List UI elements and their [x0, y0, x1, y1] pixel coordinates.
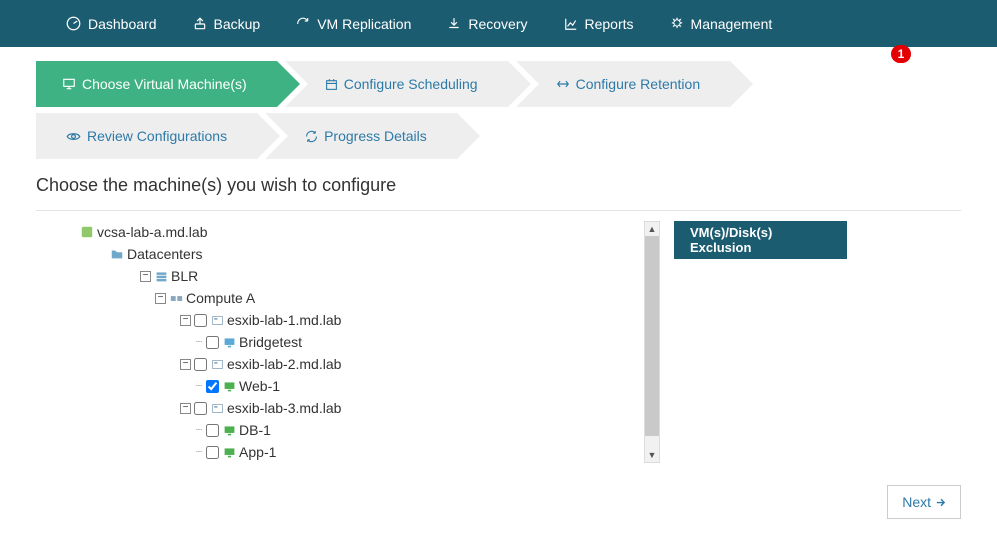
share-icon	[296, 17, 310, 31]
expander-icon[interactable]: −	[180, 359, 191, 370]
vm-icon	[222, 379, 236, 393]
vm-icon	[222, 445, 236, 459]
exclusion-label: VM(s)/Disk(s) Exclusion	[690, 225, 831, 255]
nav-recovery[interactable]: Recovery	[429, 0, 545, 47]
vcenter-icon	[80, 225, 94, 239]
folder-icon	[110, 247, 124, 261]
tree-node-vm[interactable]: ┈ DB-1	[80, 419, 640, 441]
vm-checkbox[interactable]	[206, 380, 219, 393]
wizard-steps: 1 Choose Virtual Machine(s) Configure Sc…	[0, 47, 997, 165]
chart-icon	[564, 17, 578, 31]
step-label: Configure Retention	[576, 76, 701, 92]
monitor-icon	[62, 77, 76, 91]
download-icon	[447, 17, 461, 31]
host-icon	[210, 401, 224, 415]
node-label: Bridgetest	[239, 334, 302, 350]
tree-connector: ┈	[196, 425, 201, 436]
footer: Next	[0, 463, 997, 519]
step-configure-retention[interactable]: Configure Retention	[516, 61, 731, 107]
step-label: Choose Virtual Machine(s)	[82, 76, 247, 92]
step-label: Review Configurations	[87, 128, 227, 144]
tree-node-cluster[interactable]: − Compute A	[80, 287, 640, 309]
tree-connector: ┈	[196, 447, 201, 458]
tree-connector: ┈	[196, 337, 201, 348]
tree-node-host[interactable]: − esxib-lab-2.md.lab	[80, 353, 640, 375]
vm-checkbox[interactable]	[206, 446, 219, 459]
dashboard-icon	[66, 16, 81, 31]
next-button[interactable]: Next	[887, 485, 961, 519]
calendar-icon	[325, 78, 338, 91]
workarea: vcsa-lab-a.md.lab Datacenters − BLR − Co…	[0, 211, 997, 463]
node-label: esxib-lab-1.md.lab	[227, 312, 341, 328]
tree-node-host[interactable]: − esxib-lab-3.md.lab	[80, 397, 640, 419]
tree-node-vm[interactable]: ┈ Web-1	[80, 375, 640, 397]
step-review-configurations[interactable]: Review Configurations	[36, 113, 257, 159]
node-label: esxib-lab-3.md.lab	[227, 400, 341, 416]
tree-node-vm[interactable]: ┈ App-1	[80, 441, 640, 463]
node-label: App-1	[239, 444, 276, 460]
node-label: Datacenters	[127, 246, 202, 262]
step-configure-scheduling[interactable]: Configure Scheduling	[285, 61, 508, 107]
expander-icon[interactable]: −	[180, 315, 191, 326]
nav-reports[interactable]: Reports	[546, 0, 652, 47]
notification-badge[interactable]: 1	[891, 45, 911, 63]
nav-vm-replication[interactable]: VM Replication	[278, 0, 429, 47]
nav-label: Reports	[585, 16, 634, 32]
tree-connector: ┈	[196, 381, 201, 392]
refresh-icon	[305, 130, 318, 143]
top-nav: Dashboard Backup VM Replication Recovery…	[0, 0, 997, 47]
host-icon	[210, 313, 224, 327]
nav-backup[interactable]: Backup	[175, 0, 279, 47]
node-label: DB-1	[239, 422, 271, 438]
tree-node-vm[interactable]: ┈ Bridgetest	[80, 331, 640, 353]
node-label: Compute A	[186, 290, 255, 306]
nav-dashboard[interactable]: Dashboard	[48, 0, 175, 47]
host-checkbox[interactable]	[194, 314, 207, 327]
vm-checkbox[interactable]	[206, 424, 219, 437]
step-label: Progress Details	[324, 128, 427, 144]
step-choose-vms[interactable]: Choose Virtual Machine(s)	[36, 61, 277, 107]
arrow-right-icon	[935, 497, 946, 508]
scroll-up-icon[interactable]: ▲	[645, 222, 659, 236]
tree-node-root[interactable]: vcsa-lab-a.md.lab	[80, 221, 640, 243]
next-label: Next	[902, 494, 931, 510]
vm-icon	[222, 423, 236, 437]
vm-tree[interactable]: vcsa-lab-a.md.lab Datacenters − BLR − Co…	[80, 221, 644, 463]
step-label: Configure Scheduling	[344, 76, 478, 92]
host-checkbox[interactable]	[194, 358, 207, 371]
tree-node-datacenters[interactable]: Datacenters	[80, 243, 640, 265]
node-label: esxib-lab-2.md.lab	[227, 356, 341, 372]
vm-tree-panel: vcsa-lab-a.md.lab Datacenters − BLR − Co…	[80, 221, 660, 463]
expander-icon[interactable]: −	[140, 271, 151, 282]
nav-label: VM Replication	[317, 16, 411, 32]
node-label: BLR	[171, 268, 198, 284]
page-heading: Choose the machine(s) you wish to config…	[0, 165, 997, 202]
tree-scrollbar[interactable]: ▲ ▼	[644, 221, 660, 463]
host-checkbox[interactable]	[194, 402, 207, 415]
backup-icon	[193, 17, 207, 31]
vm-checkbox[interactable]	[206, 336, 219, 349]
recycle-icon	[556, 77, 570, 91]
cluster-icon	[169, 291, 183, 305]
exclusion-panel-header[interactable]: VM(s)/Disk(s) Exclusion	[674, 221, 847, 259]
node-label: vcsa-lab-a.md.lab	[97, 224, 208, 240]
nav-management[interactable]: Management	[652, 0, 791, 47]
scroll-down-icon[interactable]: ▼	[645, 448, 659, 462]
tree-node-datacenter[interactable]: − BLR	[80, 265, 640, 287]
tree-node-host[interactable]: − esxib-lab-1.md.lab	[80, 309, 640, 331]
nav-label: Dashboard	[88, 16, 157, 32]
scroll-thumb[interactable]	[645, 236, 659, 436]
step-progress-details[interactable]: Progress Details	[265, 113, 457, 159]
eye-icon	[66, 129, 81, 144]
nav-label: Recovery	[468, 16, 527, 32]
nav-label: Management	[691, 16, 773, 32]
gear-icon	[670, 17, 684, 31]
datacenter-icon	[154, 269, 168, 283]
expander-icon[interactable]: −	[155, 293, 166, 304]
node-label: Web-1	[239, 378, 280, 394]
nav-label: Backup	[214, 16, 261, 32]
vm-icon	[222, 335, 236, 349]
expander-icon[interactable]: −	[180, 403, 191, 414]
host-icon	[210, 357, 224, 371]
